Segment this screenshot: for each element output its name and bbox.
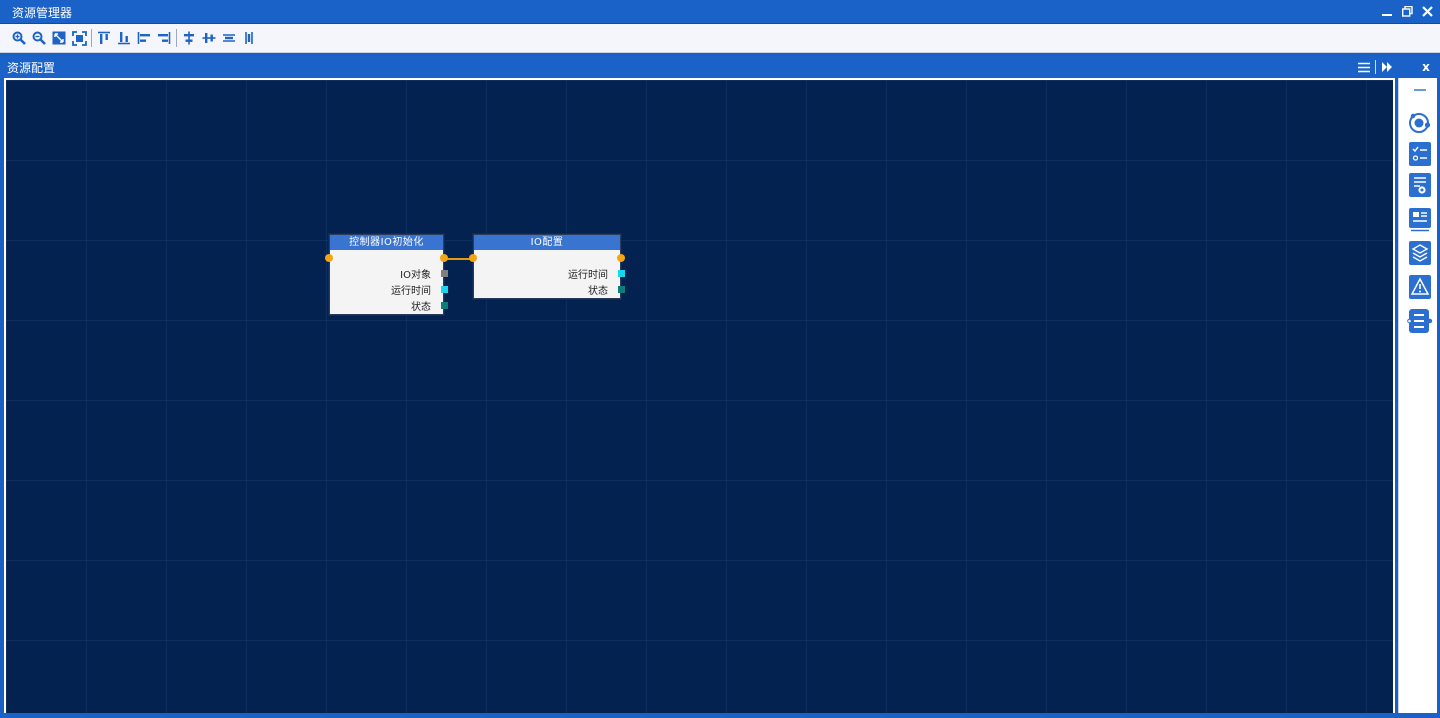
minimize-icon[interactable] <box>1380 2 1394 20</box>
fit-selection-icon[interactable] <box>69 28 89 48</box>
orbit-icon[interactable] <box>1409 111 1431 133</box>
align-left-icon[interactable] <box>134 28 154 48</box>
distribute-horizontal-icon[interactable] <box>239 28 259 48</box>
dashboard-icon[interactable] <box>1409 208 1431 232</box>
node-title: IO配置 <box>474 235 620 250</box>
window-titlebar: 资源管理器 <box>0 0 1440 24</box>
fit-view-icon[interactable] <box>49 28 69 48</box>
toolbar <box>0 24 1440 53</box>
toolbar-separator <box>176 29 177 47</box>
layers-icon[interactable] <box>1409 241 1431 265</box>
flow-input-connector[interactable] <box>325 254 333 262</box>
node-controller-io-init[interactable]: 控制器IO初始化 IO对象 运行时间 状态 <box>325 234 448 315</box>
restore-icon[interactable] <box>1400 2 1414 20</box>
center-horizontal-icon[interactable] <box>199 28 219 48</box>
distribute-vertical-icon[interactable] <box>219 28 239 48</box>
zoom-out-icon[interactable] <box>29 28 49 48</box>
port-pin-io-object[interactable] <box>441 270 448 277</box>
collapse-icon[interactable] <box>1409 79 1431 97</box>
flow-output-connector[interactable] <box>617 254 625 262</box>
port-label-io-object: IO对象 <box>400 270 431 281</box>
port-label-status: 状态 <box>411 302 431 313</box>
panel-header: 资源配置 x <box>0 56 1440 78</box>
port-pin-status[interactable] <box>441 302 448 309</box>
align-top-icon[interactable] <box>94 28 114 48</box>
window-controls <box>1380 2 1434 20</box>
panel-title: 资源配置 <box>7 61 56 75</box>
node-io-config[interactable]: IO配置 运行时间 状态 <box>469 234 625 299</box>
align-right-icon[interactable] <box>154 28 174 48</box>
fast-forward-icon[interactable] <box>1378 56 1396 78</box>
menu-icon[interactable] <box>1355 56 1373 78</box>
panel-close-button[interactable]: x <box>1412 56 1440 78</box>
panel-action-separator <box>1375 60 1376 74</box>
checklist-icon[interactable] <box>1409 142 1431 166</box>
resource-config-canvas[interactable]: 控制器IO初始化 IO对象 运行时间 状态 IO配置 运行时间 状态 <box>4 78 1395 715</box>
node-title: 控制器IO初始化 <box>330 235 443 250</box>
align-bottom-icon[interactable] <box>114 28 134 48</box>
port-pin-runtime[interactable] <box>618 270 625 277</box>
port-label-runtime: 运行时间 <box>391 286 431 297</box>
list-connector-icon[interactable] <box>1407 308 1433 333</box>
window-title: 资源管理器 <box>12 6 73 20</box>
right-sidebar <box>1398 78 1437 713</box>
list-settings-icon[interactable] <box>1409 173 1431 197</box>
flow-input-connector[interactable] <box>469 254 477 262</box>
toolbar-separator <box>91 29 92 47</box>
window-bottom-border <box>0 713 1440 718</box>
port-pin-runtime[interactable] <box>441 286 448 293</box>
warning-icon[interactable] <box>1409 275 1431 299</box>
center-vertical-icon[interactable] <box>179 28 199 48</box>
close-icon[interactable] <box>1420 2 1434 20</box>
port-pin-status[interactable] <box>618 286 625 293</box>
zoom-in-icon[interactable] <box>9 28 29 48</box>
port-label-runtime: 运行时间 <box>568 270 608 281</box>
port-label-status: 状态 <box>588 286 608 297</box>
